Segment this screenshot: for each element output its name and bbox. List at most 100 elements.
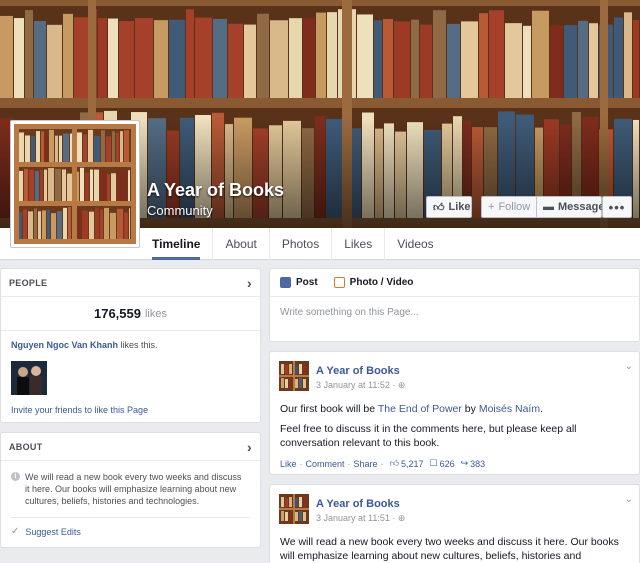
- post-avatar[interactable]: [279, 494, 309, 524]
- composer-input[interactable]: Write something on this Page...: [270, 297, 639, 328]
- page-category[interactable]: Community: [147, 203, 213, 218]
- book-spine: [62, 169, 66, 201]
- tab-photos[interactable]: Photos: [270, 228, 333, 260]
- post-actions: Like · Comment · Share · 👍︎ 5,217 ☐ 626 ↪ 383: [280, 458, 486, 469]
- book-spine: [129, 208, 130, 239]
- follow-button[interactable]: + Follow: [481, 196, 537, 218]
- book-spine: [74, 17, 88, 98]
- post-timestamp[interactable]: 3 January at 11:51 · ⊕: [316, 513, 405, 524]
- book-link[interactable]: The End of Power: [378, 403, 462, 415]
- chevron-right-icon: ›: [247, 274, 252, 291]
- book-spine: [624, 12, 632, 99]
- composer-post-tab[interactable]: Post: [280, 277, 318, 288]
- book-spine: [169, 19, 185, 98]
- like-button-label: Like: [448, 201, 471, 213]
- book-spine: [100, 169, 106, 201]
- like-count-value: 5,217: [400, 458, 424, 469]
- book-spine: [523, 25, 531, 98]
- post-author-link[interactable]: A Year of Books: [316, 498, 400, 510]
- book-spine: [213, 18, 227, 99]
- friend-likes-line: Nguyen Ngoc Van Khanh likes this.: [1, 331, 260, 350]
- book-spine: [63, 207, 67, 239]
- message-button[interactable]: ▬ Message: [536, 196, 605, 218]
- book-spine: [68, 206, 71, 239]
- book-spine: [117, 170, 123, 201]
- book-spine: [59, 135, 62, 162]
- divider: [11, 517, 250, 518]
- post-text: .: [540, 403, 544, 415]
- composer-photo-tab[interactable]: Photo / Video: [333, 277, 414, 288]
- likes-summary: 176,559 likes: [1, 297, 260, 331]
- book-spine: [383, 18, 393, 98]
- book-spine: [154, 20, 168, 98]
- like-button[interactable]: 👍︎ Like: [426, 196, 472, 218]
- tab-timeline[interactable]: Timeline: [140, 228, 214, 260]
- check-icon: ✓: [11, 526, 20, 537]
- post: A Year of Books 3 January at 11:51 · ⊕ ⌄…: [269, 484, 640, 563]
- post-timestamp[interactable]: 3 January at 11:52 · ⊕: [316, 380, 405, 391]
- comment-count-value: 626: [439, 458, 455, 469]
- plus-icon: +: [488, 201, 495, 213]
- post-avatar[interactable]: [279, 361, 309, 391]
- like-count[interactable]: 👍︎ 5,217: [390, 458, 424, 469]
- book-spine: [578, 20, 588, 98]
- invite-friends-link[interactable]: Invite your friends to like this Page: [11, 405, 148, 415]
- book-spine: [14, 18, 24, 98]
- book-spine: [186, 9, 194, 99]
- book-spine: [117, 208, 123, 239]
- book-spine: [394, 21, 410, 99]
- people-header[interactable]: PEOPLE ›: [1, 269, 260, 297]
- post-text: Our first book will be: [280, 403, 378, 415]
- page-title[interactable]: A Year of Books: [147, 180, 284, 201]
- author-link[interactable]: Moisés Naím: [479, 403, 540, 415]
- post-date-text: 3 January at 11:52 ·: [316, 380, 398, 390]
- book-spine: [90, 169, 93, 201]
- book-spine: [42, 210, 46, 239]
- page-tabs: Timeline About Photos Likes Videos: [140, 228, 446, 260]
- about-header[interactable]: ABOUT ›: [1, 433, 260, 461]
- suggest-edits-label: Suggest Edits: [25, 526, 81, 537]
- book-spine: [116, 132, 119, 162]
- comment-icon: ☐: [429, 458, 438, 468]
- chevron-down-icon[interactable]: ⌄: [625, 494, 633, 505]
- book-spine: [47, 24, 62, 98]
- tab-label: Timeline: [152, 237, 201, 251]
- info-icon: i: [11, 472, 20, 481]
- book-spine: [461, 21, 478, 99]
- message-button-label: Message: [558, 201, 605, 213]
- book-spine: [489, 10, 504, 99]
- friend-avatar[interactable]: [11, 361, 47, 395]
- friend-photo: [11, 361, 47, 395]
- book-spine: [44, 169, 47, 201]
- tab-label: Photos: [281, 237, 320, 251]
- tab-videos[interactable]: Videos: [385, 228, 445, 260]
- book-spine: [51, 213, 56, 239]
- post-date-text: 3 January at 11:51 ·: [316, 513, 398, 523]
- book-spine: [94, 169, 99, 201]
- book-spine: [289, 18, 302, 98]
- tab-about[interactable]: About: [213, 228, 270, 260]
- book-spine: [55, 168, 61, 201]
- post-share-link[interactable]: Share: [354, 459, 378, 469]
- book-spine: [35, 171, 39, 201]
- post-author-link[interactable]: A Year of Books: [316, 365, 400, 377]
- book-spine: [124, 170, 127, 201]
- book-spine: [29, 169, 34, 201]
- share-count[interactable]: ↪ 383: [461, 458, 486, 469]
- post-comment-link[interactable]: Comment: [306, 459, 345, 469]
- book-spine: [19, 170, 23, 201]
- book-spine: [19, 212, 22, 239]
- tab-likes[interactable]: Likes: [332, 228, 386, 260]
- profile-picture[interactable]: [10, 120, 140, 248]
- composer-photo-label: Photo / Video: [349, 277, 414, 288]
- book-spine: [63, 13, 73, 98]
- book-spine: [589, 23, 598, 98]
- book-spine: [420, 24, 432, 98]
- comment-count[interactable]: ☐ 626: [430, 458, 455, 469]
- post-like-link[interactable]: Like: [280, 459, 297, 469]
- more-options-button[interactable]: •••: [602, 196, 632, 218]
- book-spine: [25, 10, 33, 98]
- chevron-down-icon[interactable]: ⌄: [625, 361, 633, 372]
- suggest-edits-link[interactable]: ✓ Suggest Edits: [11, 526, 81, 537]
- friend-name-link[interactable]: Nguyen Ngoc Van Khanh: [11, 340, 118, 350]
